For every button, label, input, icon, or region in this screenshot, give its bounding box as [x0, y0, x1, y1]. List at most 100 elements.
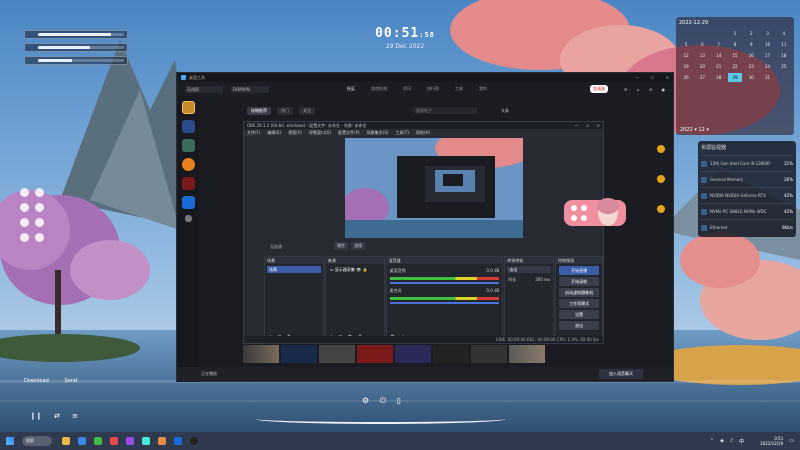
- globe-icon[interactable]: [34, 218, 44, 227]
- start-menu-icon[interactable]: [6, 437, 14, 445]
- maximize-icon[interactable]: ☐: [586, 123, 590, 128]
- calendar-day[interactable]: 24: [760, 62, 774, 71]
- power-icon[interactable]: [20, 233, 29, 242]
- sidebar-game-hots-icon[interactable]: [181, 120, 195, 133]
- thumbnail-world[interactable]: [509, 345, 545, 363]
- minimize-icon[interactable]: —: [574, 123, 578, 128]
- lock-icon[interactable]: 🔒: [363, 267, 368, 272]
- calendar-day[interactable]: 23: [744, 62, 758, 71]
- document-icon[interactable]: ▯: [397, 396, 401, 405]
- sidebar-game-hearthstone-icon[interactable]: [181, 139, 195, 152]
- tab-tools[interactable]: 工具: [455, 86, 463, 92]
- tab-news[interactable]: 资讯: [403, 86, 411, 92]
- calendar-day[interactable]: 30: [744, 73, 758, 82]
- start-streaming-button[interactable]: 开始直播: [559, 266, 600, 275]
- thumbnail-world[interactable]: [243, 345, 279, 363]
- chevron-up-icon[interactable]: ⌃: [710, 438, 714, 444]
- calendar-day[interactable]: 21: [712, 62, 726, 71]
- subtab-hot[interactable]: 热门: [277, 107, 293, 115]
- subtab-recommended[interactable]: 攻略推荐: [247, 107, 271, 115]
- eye-icon[interactable]: 👁: [356, 267, 361, 272]
- calendar-day[interactable]: 13: [695, 51, 709, 60]
- thumbnail[interactable]: [433, 345, 469, 363]
- anime-character-widget[interactable]: [564, 196, 626, 230]
- language-icon[interactable]: 中: [739, 438, 744, 445]
- properties-button[interactable]: 属性: [334, 242, 348, 250]
- close-icon[interactable]: ✕: [597, 123, 600, 128]
- thumbnail[interactable]: [357, 345, 393, 363]
- scene-item[interactable]: 场景: [267, 266, 321, 273]
- calendar-day[interactable]: 1: [728, 29, 742, 38]
- obs-preview-canvas[interactable]: [345, 138, 523, 238]
- join-voice-button[interactable]: 加入语音聊天: [599, 369, 643, 379]
- pause-icon[interactable]: ❙❙: [30, 412, 42, 420]
- calendar-day[interactable]: 29: [727, 73, 743, 82]
- transition-type-select[interactable]: 淡出: [507, 266, 552, 273]
- app-icon[interactable]: [110, 437, 118, 445]
- calendar-day[interactable]: 6: [695, 40, 709, 49]
- app-icon[interactable]: [142, 437, 150, 445]
- list-icon[interactable]: ≡: [72, 412, 78, 420]
- send-label[interactable]: Send: [64, 378, 77, 384]
- calendar-day[interactable]: 11: [777, 40, 791, 49]
- obs-menu-item[interactable]: 配置文件(P): [338, 129, 360, 136]
- app-icon[interactable]: [158, 437, 166, 445]
- calendar-year-month[interactable]: 2022 ▾ 12 ▾: [680, 127, 709, 133]
- app-icon[interactable]: [126, 437, 134, 445]
- sidebar-game-battlenet-icon[interactable]: [181, 196, 195, 209]
- calendar-day[interactable]: 31: [760, 73, 774, 82]
- close-icon[interactable]: ✕: [666, 75, 669, 80]
- music-icon[interactable]: [34, 203, 44, 212]
- game-icon[interactable]: [20, 218, 29, 227]
- tab-mine[interactable]: 我的: [479, 86, 487, 92]
- shuffle-icon[interactable]: ⇄: [54, 412, 60, 420]
- obs-menu-item[interactable]: 帮助(H): [416, 129, 430, 136]
- volume-slider[interactable]: [389, 282, 500, 284]
- calendar-day[interactable]: 14: [712, 51, 726, 60]
- source-item[interactable]: ▭ 显示器采集 👁 🔒: [328, 266, 382, 273]
- gift-icon[interactable]: ⌂: [637, 87, 640, 92]
- calendar-day[interactable]: 27: [695, 73, 709, 82]
- thumbnail[interactable]: [471, 345, 507, 363]
- obs-menu-item[interactable]: 视图(V): [288, 129, 302, 136]
- calendar-day[interactable]: 15: [728, 51, 742, 60]
- sidebar-game-wow-icon[interactable]: [181, 101, 195, 114]
- maximize-icon[interactable]: ☐: [651, 75, 655, 80]
- avatar[interactable]: ●: [662, 87, 666, 92]
- steam-icon[interactable]: [20, 188, 29, 197]
- network-icon[interactable]: ◈: [720, 438, 724, 444]
- tab-game-detect[interactable]: 游戏检测: [371, 86, 387, 92]
- thumbnail[interactable]: [319, 345, 355, 363]
- calendar-day[interactable]: 26: [679, 73, 693, 82]
- sidebar-game-diablo-icon[interactable]: [181, 177, 195, 190]
- calendar-day[interactable]: 3: [760, 29, 774, 38]
- taskbar-search[interactable]: 搜索: [22, 436, 52, 446]
- download-label[interactable]: Download: [24, 378, 49, 384]
- calendar-day[interactable]: 10: [760, 40, 774, 49]
- obs-menu-item[interactable]: 工具(T): [395, 129, 409, 136]
- tab-ranking[interactable]: 排行榜: [427, 86, 439, 92]
- thumbnail[interactable]: [395, 345, 431, 363]
- obs-menu-item[interactable]: 场景集合(S): [367, 129, 389, 136]
- search-input[interactable]: 搜索帖子: [413, 107, 477, 114]
- calendar-day[interactable]: 17: [760, 51, 774, 60]
- calendar-day[interactable]: 9: [744, 40, 758, 49]
- calendar-day[interactable]: 22: [728, 62, 742, 71]
- calendar-day[interactable]: 18: [777, 51, 791, 60]
- volume-icon[interactable]: ♪: [730, 438, 733, 444]
- battlenet-icon[interactable]: [174, 437, 182, 445]
- browser-icon[interactable]: [78, 437, 86, 445]
- domain-select[interactable]: DOMAIN: [231, 85, 269, 93]
- studio-mode-button[interactable]: 工作室模式: [559, 299, 600, 308]
- volume-slider[interactable]: [389, 302, 500, 304]
- tray-clock[interactable]: 0:51 2022/12/29: [754, 436, 783, 446]
- tab-community[interactable]: 社区: [347, 86, 355, 92]
- calendar-day[interactable]: 25: [777, 62, 791, 71]
- settings-gear-icon[interactable]: ⚙: [362, 396, 369, 405]
- calendar-day[interactable]: 2: [744, 29, 758, 38]
- calendar-day[interactable]: 12: [679, 51, 693, 60]
- calendar-day[interactable]: 19: [679, 62, 693, 71]
- obs-menu-item[interactable]: 编辑(E): [267, 129, 281, 136]
- calendar-day[interactable]: 16: [744, 51, 758, 60]
- calendar-day[interactable]: 8: [728, 40, 742, 49]
